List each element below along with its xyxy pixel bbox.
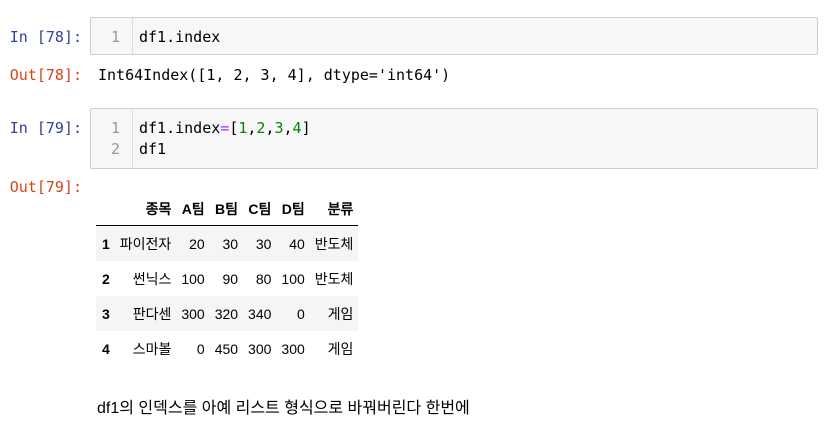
table-cell: 300	[181, 305, 205, 322]
column-header: 종목	[114, 193, 177, 226]
code-number: 4	[292, 119, 302, 137]
code-token: df1.index	[139, 119, 221, 137]
in-prompt-78: In [78]:	[9, 28, 82, 46]
table-cell: 반도체	[314, 270, 354, 287]
row-index: 2	[102, 270, 110, 287]
line-number-gutter: 1 2	[91, 109, 133, 168]
output-text-78: Int64Index([1, 2, 3, 4], dtype='int64')	[98, 66, 451, 84]
table-cell: 20	[189, 235, 205, 252]
out-prompt-78: Out[78]:	[9, 66, 82, 84]
column-header: D팀	[276, 193, 310, 226]
table-cell: 40	[289, 235, 305, 252]
row-index: 1	[102, 235, 110, 252]
table-row: 1 파이전자 20 30 30 40 반도체	[96, 225, 359, 261]
table-row: 4 스마볼 0 450 300 300 게임	[96, 331, 358, 366]
code-line-1: df1.index=[1,2,3,4]	[139, 118, 311, 139]
code-number: 3	[274, 119, 284, 137]
column-header: B팀	[209, 193, 244, 226]
table-cell: 썬닉스	[132, 270, 172, 287]
row-index: 4	[102, 340, 110, 357]
line-number-gutter: 1	[91, 18, 133, 54]
column-header-index	[96, 193, 115, 226]
table-cell: 100	[281, 270, 305, 287]
table-cell: 스마볼	[132, 340, 172, 357]
table-cell: 30	[222, 235, 239, 252]
column-header: C팀	[243, 193, 277, 226]
dataframe-table: 종목 A팀 B팀 C팀 D팀 분류 1 파이전자 20 30 30 40 반도체…	[96, 193, 359, 366]
code-line-2: df1	[139, 140, 167, 158]
table-cell: 0	[196, 340, 205, 357]
table-cell: 300	[281, 340, 305, 357]
table-cell: 게임	[327, 340, 354, 357]
table-cell: 80	[255, 270, 272, 287]
table-cell: 게임	[327, 305, 354, 322]
table-cell: 450	[214, 340, 239, 357]
table-row: 3 판다센 300 320 340 0 게임	[96, 296, 359, 331]
code-token: ]	[301, 119, 311, 137]
table-cell: 반도체	[314, 235, 354, 252]
code-line: df1.index	[139, 28, 221, 46]
line-number: 1	[110, 28, 120, 46]
row-index: 3	[102, 305, 110, 322]
markdown-text: df1의 인덱스를 아예 리스트 형식으로 바꿔버린다 한번에	[97, 400, 470, 417]
table-cell: 파이전자	[119, 235, 172, 252]
table-cell: 30	[255, 235, 272, 252]
line-number: 1	[110, 119, 120, 137]
table-row: 2 썬닉스 100 90 80 100 반도체	[96, 261, 358, 296]
column-header: 분류	[309, 193, 359, 226]
column-header: A팀	[176, 193, 210, 226]
table-cell: 320	[214, 305, 239, 322]
in-prompt-79: In [79]:	[9, 119, 82, 137]
out-prompt-79: Out[79]:	[9, 178, 82, 196]
table-header-row: 종목 A팀 B팀 C팀 D팀 분류	[96, 193, 359, 226]
table-cell: 판다센	[132, 305, 172, 322]
table-cell: 300	[248, 340, 272, 357]
code-operator: =	[220, 119, 230, 137]
table-cell: 340	[248, 305, 272, 322]
code-token: [	[229, 119, 239, 137]
table-cell: 0	[296, 305, 305, 322]
code-input-79[interactable]: 1 2 df1.index=[1,2,3,4] df1	[90, 108, 818, 169]
table-cell: 100	[181, 270, 205, 287]
code-input-78[interactable]: 1 df1.index	[90, 17, 818, 55]
table-cell: 90	[222, 270, 239, 287]
code-token: ,	[283, 119, 293, 137]
line-number: 2	[110, 140, 120, 158]
